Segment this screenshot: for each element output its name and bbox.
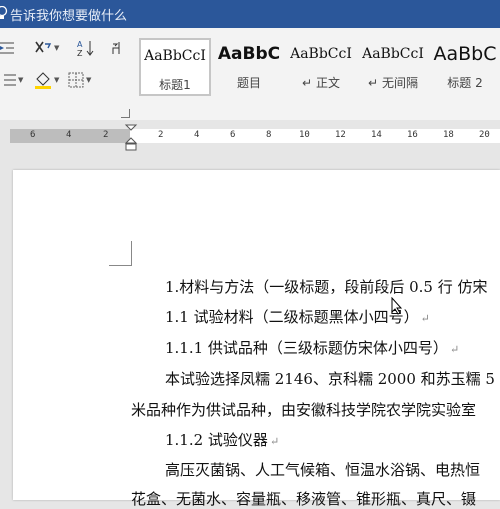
chevron-down-icon: ▼ [54, 44, 60, 52]
shading-button[interactable]: ▼ [34, 70, 59, 90]
paragraph[interactable]: 花盒、无菌水、容量瓶、移液管、锥形瓶、真尺、镊 [131, 488, 476, 509]
chinese-layout-button[interactable]: ▼ [34, 38, 59, 58]
style-normal[interactable]: AaBbCcI ↵ 正文 [285, 38, 357, 96]
ruler-label: 6 [30, 130, 36, 140]
style-name: 标题 2 [447, 76, 483, 90]
paragraph-mark-icon: ↵ [368, 76, 379, 90]
ribbon: ▼ A Z ▼ ▼ ▼ AaBbCcI 标题1 AaBbC 题目 AaBbCcI… [0, 28, 500, 121]
chinese-layout-icon [35, 41, 52, 53]
decrease-indent-button[interactable] [0, 38, 16, 58]
paragraph[interactable]: 本试验选择凤糯 2146、京科糯 2000 和苏玉糯 5 号 [165, 368, 500, 389]
margin-corner-mark [109, 241, 132, 266]
ruler-label: 14 [371, 130, 382, 140]
paragraph-mark: ↵ [420, 312, 430, 325]
ruler-label: 20 [479, 130, 490, 140]
ruler-label: 10 [299, 130, 310, 140]
tell-me-search[interactable]: 告诉我你想要做什么 [10, 5, 127, 24]
lightbulb-icon [0, 6, 8, 19]
paragraph-mark-icon [112, 42, 120, 54]
sort-az-icon: A Z [77, 40, 94, 57]
ruler-label: 4 [194, 130, 200, 140]
style-name: 标题1 [159, 78, 191, 92]
decrease-indent-icon [0, 42, 14, 54]
svg-text:Z: Z [77, 49, 83, 57]
chevron-down-icon: ▼ [18, 76, 24, 84]
document-page[interactable] [13, 170, 500, 500]
style-title[interactable]: AaBbC 题目 [213, 38, 285, 96]
ruler-label: 6 [230, 130, 236, 140]
style-heading1[interactable]: AaBbCcI 标题1 [139, 38, 211, 96]
paragraph[interactable]: 米品种作为供试品种，由安徽科技学院农学院实验室 [131, 399, 476, 420]
paragraph-dialog-launcher[interactable] [121, 109, 130, 118]
borders-button[interactable]: ▼ [68, 70, 91, 90]
horizontal-ruler[interactable]: 6 4 2 2 4 6 8 10 12 14 16 18 20 [0, 120, 500, 154]
paragraph[interactable]: 1.材料与方法（一级标题，段前段后 0.5 行 仿宋 [165, 276, 487, 297]
paragraph[interactable]: 1.1.2 试验仪器 ↵ [165, 429, 279, 450]
style-name-text: 无间隔 [381, 76, 418, 90]
style-sample: AaBbC [433, 43, 497, 65]
ruler-label: 18 [443, 130, 454, 140]
paragraph-mark-icon: ↵ [302, 76, 313, 90]
chevron-down-icon: ▼ [54, 76, 60, 84]
borders-icon [68, 72, 84, 88]
paragraph-text: 1.1.1 供试品种（三级标题仿宋体小四号） [165, 339, 448, 357]
style-name-text: 正文 [315, 76, 340, 90]
ruler-label: 12 [335, 130, 346, 140]
paint-bucket-icon [35, 72, 51, 89]
style-sample: AaBbCcI [362, 46, 424, 62]
style-name: 题目 [236, 76, 261, 90]
line-spacing-button[interactable]: ▼ [0, 70, 23, 90]
ruler-label: 4 [66, 130, 72, 140]
sort-button[interactable]: A Z [77, 38, 95, 58]
style-sample: AaBbC [217, 44, 281, 64]
style-name: ↵ 正文 [285, 74, 357, 91]
mouse-pointer-icon [391, 297, 403, 315]
ruler-label: 2 [103, 130, 109, 140]
paragraph[interactable]: 高压灭菌锅、人工气候箱、恒温水浴锅、电热恒 [165, 459, 480, 480]
style-sample: AaBbCcI [144, 48, 206, 64]
style-heading2[interactable]: AaBbC 标题 2 [429, 38, 500, 96]
paragraph[interactable]: 1.1.1 供试品种（三级标题仿宋体小四号） ↵ [165, 337, 459, 358]
paragraph-text: 1.1 试验材料（二级标题黑体小四号） [165, 308, 419, 326]
style-no-spacing[interactable]: AaBbCcI ↵ 无间隔 [357, 38, 429, 96]
paragraph-mark: ↵ [449, 343, 460, 356]
ruler-label: 8 [266, 130, 272, 140]
indent-markers-icon[interactable] [124, 124, 138, 154]
styles-gallery: AaBbCcI 标题1 AaBbC 题目 AaBbCcI ↵ 正文 AaBbCc… [137, 36, 500, 98]
svg-text:A: A [77, 40, 83, 49]
title-bar: 告诉我你想要做什么 [0, 0, 500, 28]
style-sample: AaBbCcI [290, 46, 352, 62]
ruler-label: 16 [407, 130, 418, 140]
ruler-label: 2 [158, 130, 164, 140]
line-spacing-icon [4, 74, 16, 86]
show-marks-button[interactable] [110, 38, 122, 58]
style-name: ↵ 无间隔 [357, 74, 429, 91]
paragraph-mark: ↵ [269, 435, 280, 448]
paragraph-text: 1.1.2 试验仪器 [165, 431, 268, 449]
chevron-down-icon: ▼ [86, 76, 92, 84]
